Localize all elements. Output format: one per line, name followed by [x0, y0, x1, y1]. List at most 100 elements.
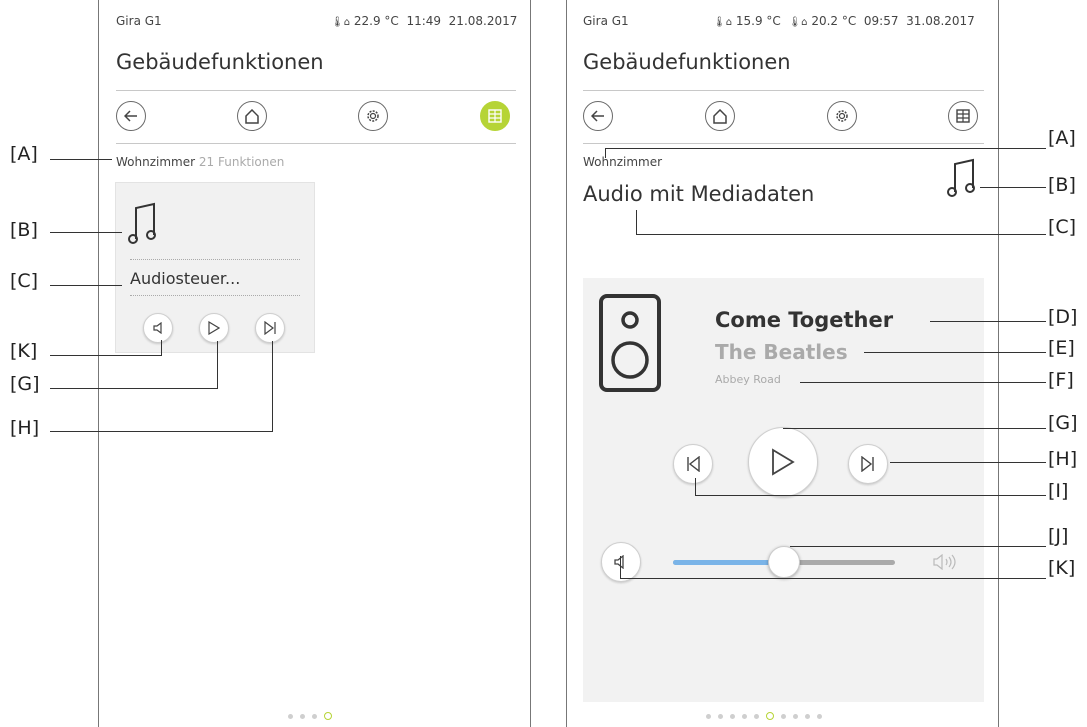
divider: [116, 90, 516, 91]
next-button[interactable]: [848, 444, 888, 484]
track-title: Come Together: [715, 308, 894, 332]
thermometer-outside-icon: 🌡⌂: [331, 17, 351, 28]
home-button[interactable]: [237, 101, 267, 131]
grid-view-button[interactable]: [948, 101, 978, 131]
skip-forward-icon: [861, 456, 874, 472]
page-dot[interactable]: [817, 713, 822, 719]
page-dot[interactable]: [793, 713, 798, 719]
callout-line: [930, 321, 1046, 322]
callout-line: [620, 578, 1046, 579]
settings-button[interactable]: [358, 101, 388, 131]
callout-line: [50, 431, 273, 432]
callout-label: [J]: [1048, 525, 1069, 547]
tile-label: Audiosteuer...: [130, 269, 241, 288]
callout-label: [K]: [1048, 557, 1076, 579]
divider: [116, 143, 516, 144]
settings-button[interactable]: [827, 101, 857, 131]
skip-forward-icon: [263, 321, 276, 335]
page-title: Gebäudefunktionen: [583, 50, 791, 74]
callout-line: [217, 341, 218, 389]
callout-line: [50, 159, 112, 160]
volume-slider[interactable]: [673, 546, 895, 578]
page-dot-active[interactable]: [324, 712, 332, 720]
play-button[interactable]: [748, 427, 818, 497]
page-dot[interactable]: [312, 713, 317, 719]
status-device: Gira G1: [116, 14, 162, 28]
callout-line: [620, 556, 621, 579]
callout-line: [890, 462, 1046, 463]
home-icon: [713, 108, 727, 124]
callout-line: [636, 234, 1046, 235]
next-button[interactable]: [255, 313, 285, 343]
page-dot-active[interactable]: [766, 712, 774, 720]
back-button[interactable]: [116, 101, 146, 131]
callout-line: [864, 352, 1046, 353]
page-indicator: [706, 712, 822, 720]
callout-line: [783, 428, 1046, 429]
callout-line: [50, 232, 122, 233]
callout-line: [605, 148, 1046, 149]
status-temperature-inside: 20.2 °C: [811, 14, 857, 28]
thermometer-inside-icon: 🌡⌂: [788, 17, 808, 28]
page-dot[interactable]: [718, 713, 723, 719]
room-header: Wohnzimmer 21 Funktionen: [116, 155, 284, 169]
room-name: Wohnzimmer: [116, 155, 196, 169]
callout-line: [50, 285, 122, 286]
page-dot[interactable]: [288, 713, 293, 719]
previous-button[interactable]: [673, 444, 713, 484]
skip-back-icon: [687, 456, 700, 472]
callout-line: [50, 388, 218, 389]
status-bar-right: 🌡⌂ 15.9 °C 🌡⌂ 20.2 °C 09:57 31.08.2017: [713, 14, 975, 28]
gear-icon: [836, 110, 848, 122]
callout-label: [B]: [10, 219, 38, 241]
callout-label: [H]: [10, 417, 40, 439]
divider: [583, 143, 984, 144]
speaker-icon: [152, 322, 162, 334]
volume-slider-handle[interactable]: [768, 546, 800, 578]
page-dot[interactable]: [730, 713, 735, 719]
back-button[interactable]: [583, 101, 613, 131]
callout-line: [161, 340, 162, 356]
callout-line: [636, 210, 637, 235]
callout-line: [272, 341, 273, 432]
callout-label: [G]: [10, 373, 40, 395]
page-dot[interactable]: [754, 713, 759, 719]
speaker-icon: [614, 555, 624, 569]
callout-line: [790, 546, 1046, 547]
callout-line: [695, 495, 1046, 496]
page-dot[interactable]: [742, 713, 747, 719]
divider: [130, 295, 300, 296]
mute-button[interactable]: [143, 313, 173, 343]
status-device: Gira G1: [583, 14, 629, 28]
page-dot[interactable]: [300, 713, 305, 719]
mute-button[interactable]: [601, 542, 641, 582]
functions-label: Funktionen: [217, 155, 285, 169]
callout-label: [E]: [1048, 337, 1075, 359]
callout-label: [K]: [10, 340, 38, 362]
grid-view-button[interactable]: [480, 101, 510, 131]
divider: [130, 259, 300, 260]
page-dot[interactable]: [706, 713, 711, 719]
music-note-icon: [128, 202, 156, 244]
audio-tile[interactable]: Audiosteuer...: [115, 182, 315, 353]
callout-label: [C]: [10, 270, 39, 292]
home-icon: [245, 108, 259, 124]
page-dot[interactable]: [805, 713, 810, 719]
callout-label: [F]: [1048, 369, 1074, 391]
thermometer-outside-icon: 🌡⌂: [713, 17, 733, 28]
room-name: Wohnzimmer: [583, 155, 663, 169]
callout-label: [H]: [1048, 448, 1078, 470]
home-button[interactable]: [705, 101, 735, 131]
divider: [583, 90, 984, 91]
status-time: 11:49: [406, 14, 442, 28]
play-button[interactable]: [199, 313, 229, 343]
track-artist: The Beatles: [715, 340, 848, 364]
music-note-icon: [947, 158, 975, 197]
page-title: Gebäudefunktionen: [116, 50, 324, 74]
page-dot[interactable]: [781, 713, 786, 719]
callout-line: [605, 148, 606, 158]
callout-label: [A]: [10, 143, 38, 165]
status-time: 09:57: [863, 14, 899, 28]
grid-icon: [956, 109, 970, 123]
callout-label: [D]: [1048, 306, 1078, 328]
